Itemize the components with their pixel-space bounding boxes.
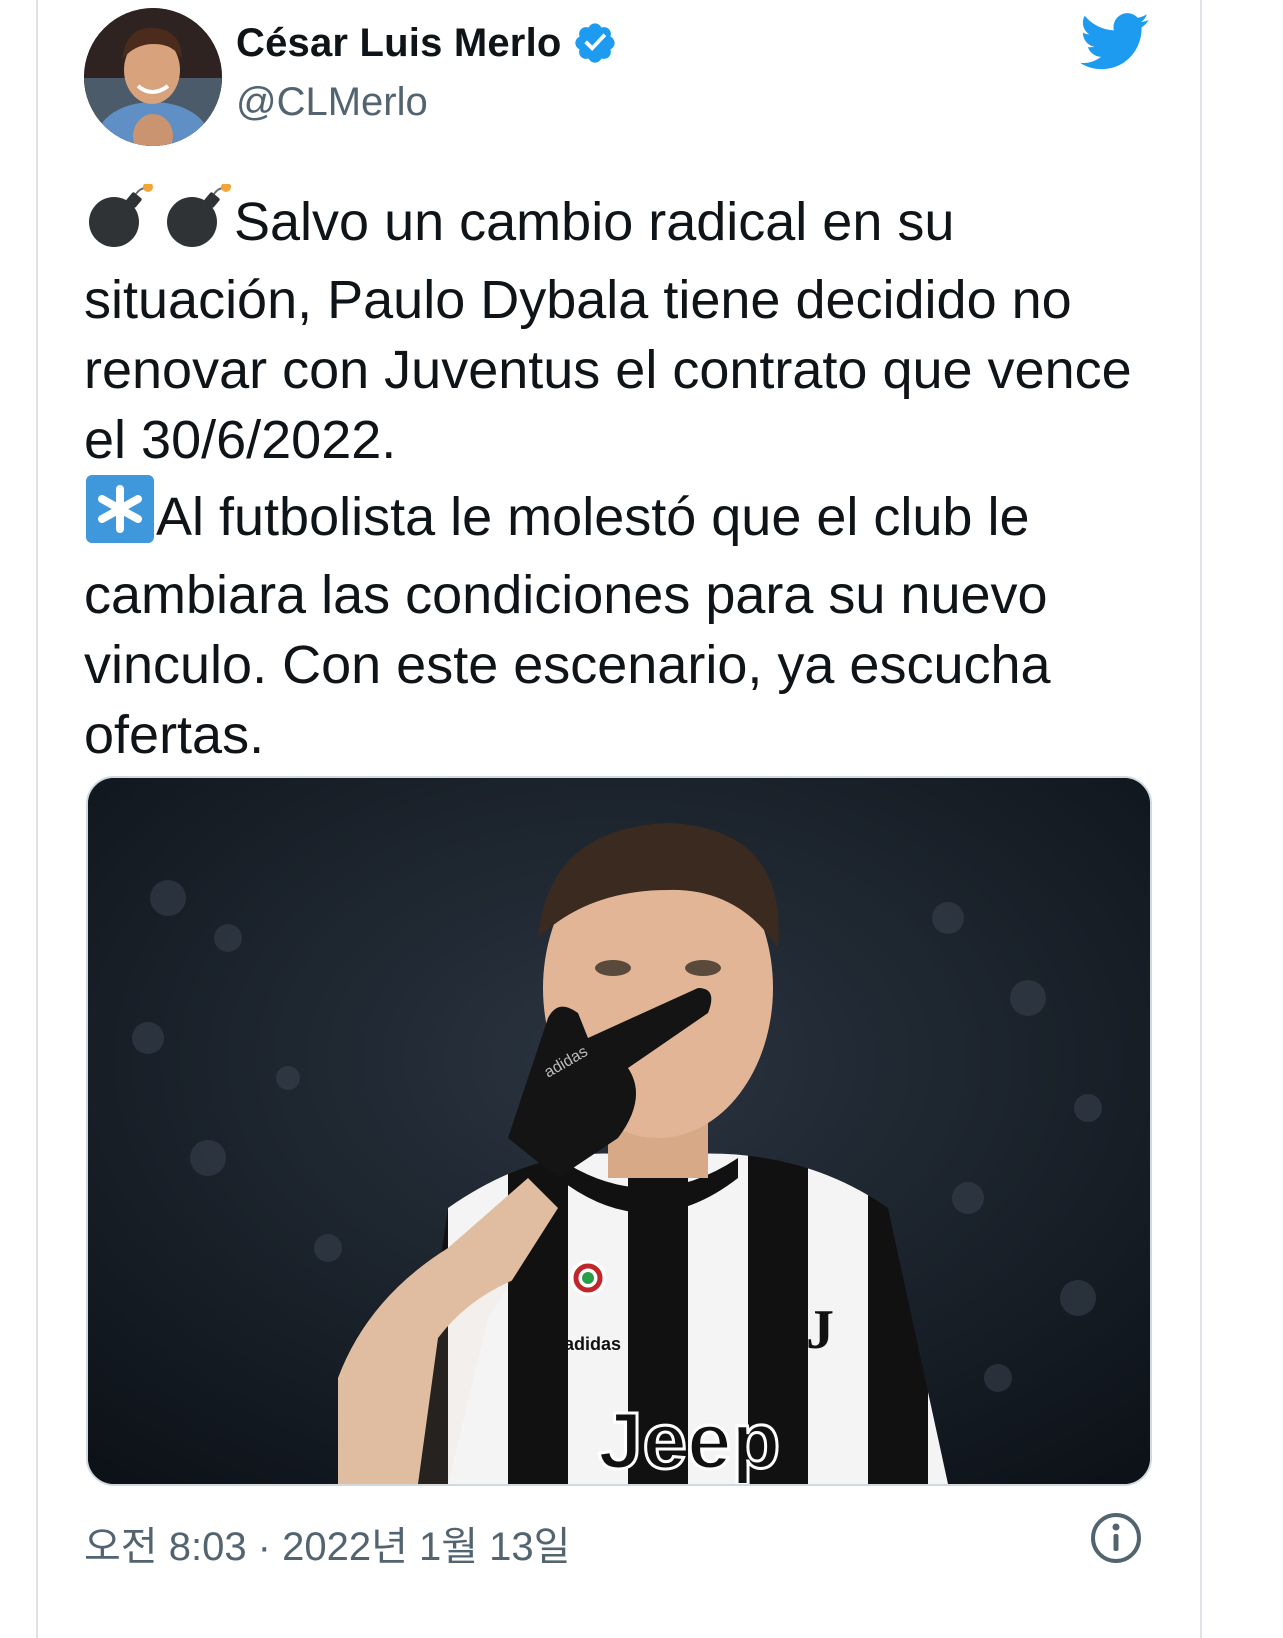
- author-name-row[interactable]: César Luis Merlo: [236, 20, 618, 66]
- eight-spoked-asterisk-icon: [84, 475, 156, 560]
- twitter-bird-icon[interactable]: [1080, 12, 1150, 72]
- bomb-icon: [84, 182, 234, 265]
- info-icon[interactable]: [1090, 1512, 1142, 1564]
- tweet-paragraph-2: Al futbolista le molestó que el club le …: [84, 487, 1051, 765]
- svg-text:Jeep: Jeep: [598, 1396, 780, 1484]
- svg-text:J: J: [806, 1299, 834, 1361]
- tweet-paragraph-1: Salvo un cambio radical en su situación,…: [84, 192, 1132, 470]
- svg-text:adidas: adidas: [564, 1334, 621, 1354]
- tweet-photo[interactable]: adidas adidas J Jeep: [86, 776, 1152, 1486]
- author-handle[interactable]: @CLMerlo: [236, 80, 428, 125]
- author-name[interactable]: César Luis Merlo: [236, 21, 562, 66]
- author-avatar[interactable]: [84, 8, 222, 146]
- tweet-text: Salvo un cambio radical en su situación,…: [84, 182, 1164, 770]
- verified-badge-icon: [572, 20, 618, 66]
- tweet-timestamp[interactable]: 오전 8:03 · 2022년 1월 13일: [84, 1514, 570, 1572]
